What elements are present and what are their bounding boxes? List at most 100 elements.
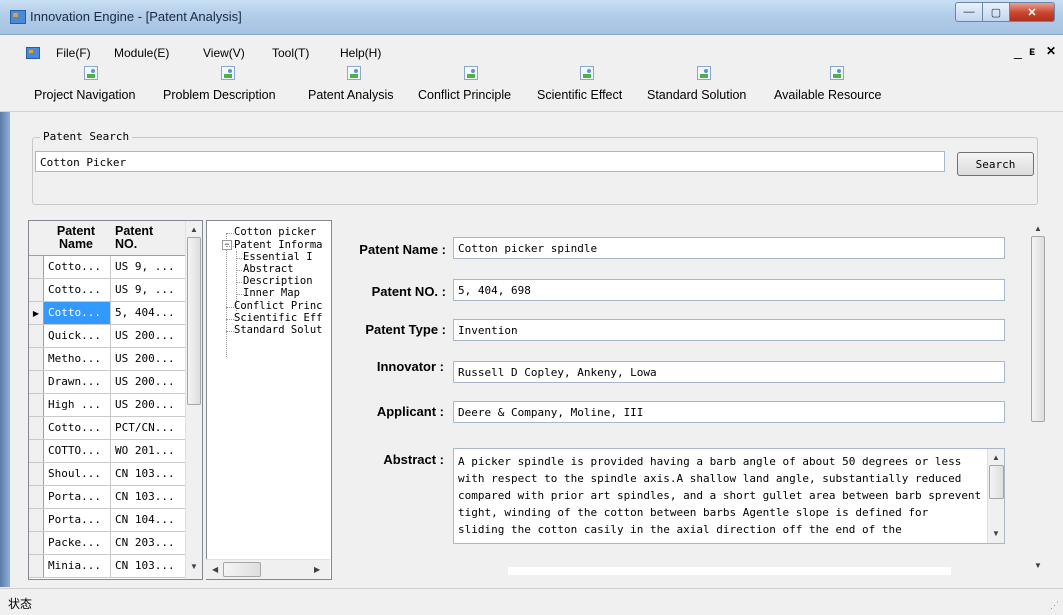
abstract-textarea[interactable]: A picker spindle is provided having a ba… <box>453 448 1005 544</box>
toolbar-patent-analysis[interactable]: Patent Analysis <box>308 63 406 109</box>
cell-patent-name[interactable]: Drawn... <box>44 371 111 393</box>
table-row[interactable]: Packe... CN 203... <box>29 532 185 555</box>
toolbar-scientific-effect[interactable]: Scientific Effect <box>537 63 639 109</box>
row-header[interactable] <box>29 394 44 416</box>
table-row[interactable]: Minia... CN 103... <box>29 555 185 578</box>
cell-patent-name[interactable]: Cotto... <box>44 279 111 301</box>
cell-patent-no[interactable]: CN 203... <box>112 532 185 554</box>
tree-node[interactable]: Inner Map <box>243 287 300 299</box>
scroll-up-icon[interactable]: ▲ <box>1034 224 1042 233</box>
search-button[interactable]: Search <box>957 152 1034 176</box>
cell-patent-name[interactable]: Metho... <box>44 348 111 370</box>
cell-patent-name[interactable]: Cotto... <box>44 302 111 324</box>
patent-name-field[interactable]: Cotton picker spindle <box>453 237 1005 259</box>
toolbar-problem-description[interactable]: Problem Description <box>163 63 298 109</box>
table-row[interactable]: Porta... CN 103... <box>29 486 185 509</box>
cell-patent-name[interactable]: Shoul... <box>44 463 111 485</box>
patent-type-field[interactable]: Invention <box>453 319 1005 341</box>
table-row[interactable]: Cotto... PCT/CN... <box>29 417 185 440</box>
row-header[interactable] <box>29 256 44 278</box>
row-header[interactable] <box>29 325 44 347</box>
row-header[interactable] <box>29 417 44 439</box>
menu-file[interactable]: File(F) <box>56 46 91 60</box>
menu-tool[interactable]: Tool(T) <box>272 46 309 60</box>
search-input[interactable]: Cotton Picker <box>35 151 945 172</box>
row-selected-indicator-icon[interactable]: ▶ <box>29 302 44 324</box>
tree-node[interactable]: Standard Solut <box>234 324 323 336</box>
table-row[interactable]: Shoul... CN 103... <box>29 463 185 486</box>
detail-vertical-scrollbar[interactable]: ▲ ▼ <box>1029 220 1046 578</box>
resize-grip-icon[interactable]: ⋰ <box>1050 600 1059 611</box>
scroll-down-icon[interactable]: ▼ <box>190 562 198 571</box>
toolbar-conflict-principle[interactable]: Conflict Principle <box>418 63 526 109</box>
column-header-patent-name[interactable]: Patent Name <box>51 225 101 251</box>
cell-patent-no[interactable]: CN 103... <box>112 463 185 485</box>
scroll-up-icon[interactable]: ▲ <box>992 453 1000 462</box>
scroll-thumb[interactable] <box>1031 236 1045 422</box>
scroll-thumb[interactable] <box>989 465 1004 499</box>
cell-patent-name[interactable]: Porta... <box>44 486 111 508</box>
scroll-thumb[interactable] <box>223 562 261 577</box>
cell-patent-no[interactable]: US 200... <box>112 371 185 393</box>
row-header[interactable] <box>29 463 44 485</box>
row-header[interactable] <box>29 371 44 393</box>
cell-patent-no[interactable]: 5, 404... <box>112 302 185 324</box>
tree-node[interactable]: Abstract <box>243 263 294 275</box>
cell-patent-no[interactable]: CN 103... <box>112 555 185 577</box>
scroll-up-icon[interactable]: ▲ <box>190 225 198 234</box>
menu-help[interactable]: Help(H) <box>340 46 381 60</box>
scroll-thumb[interactable] <box>187 237 201 405</box>
cell-patent-name[interactable]: Cotto... <box>44 256 111 278</box>
mdi-child-icon[interactable] <box>26 47 40 59</box>
cell-patent-no[interactable]: US 200... <box>112 394 185 416</box>
column-header-patent-no[interactable]: Patent NO. <box>115 225 165 251</box>
patent-no-field[interactable]: 5, 404, 698 <box>453 279 1005 301</box>
grid-vertical-scrollbar[interactable]: ▲ ▼ <box>185 221 202 579</box>
menu-view[interactable]: View(V) <box>203 46 245 60</box>
scroll-right-icon[interactable]: ▶ <box>314 565 320 574</box>
tree-node[interactable]: Description <box>243 275 313 287</box>
mdi-minimize-button[interactable]: _ <box>1014 43 1022 59</box>
tree-horizontal-scrollbar[interactable]: ◀ ▶ <box>206 559 330 579</box>
row-header[interactable] <box>29 486 44 508</box>
innovator-field[interactable]: Russell D Copley, Ankeny, Lowa <box>453 361 1005 383</box>
toolbar-project-navigation[interactable]: Project Navigation <box>34 63 152 109</box>
cell-patent-name[interactable]: Packe... <box>44 532 111 554</box>
row-header[interactable] <box>29 279 44 301</box>
cell-patent-no[interactable]: WO 201... <box>112 440 185 462</box>
menu-module[interactable]: Module(E) <box>114 46 169 60</box>
toolbar-standard-solution[interactable]: Standard Solution <box>647 63 765 109</box>
table-row[interactable]: Quick... US 200... <box>29 325 185 348</box>
scroll-down-icon[interactable]: ▼ <box>1034 561 1042 570</box>
cell-patent-no[interactable]: US 200... <box>112 348 185 370</box>
cell-patent-name[interactable]: Minia... <box>44 555 111 577</box>
cell-patent-no[interactable]: US 200... <box>112 325 185 347</box>
cell-patent-name[interactable]: COTTO... <box>44 440 111 462</box>
tree-node[interactable]: Cotton picker <box>234 226 316 238</box>
table-row[interactable]: Metho... US 200... <box>29 348 185 371</box>
tree-node[interactable]: Conflict Princ <box>234 300 323 312</box>
abstract-scrollbar[interactable]: ▲ ▼ <box>987 449 1004 543</box>
row-header[interactable] <box>29 555 44 577</box>
row-header[interactable] <box>29 509 44 531</box>
cell-patent-no[interactable]: PCT/CN... <box>112 417 185 439</box>
scroll-down-icon[interactable]: ▼ <box>992 529 1000 538</box>
table-row[interactable]: Drawn... US 200... <box>29 371 185 394</box>
cell-patent-name[interactable]: Quick... <box>44 325 111 347</box>
tree-node[interactable]: Patent Informa <box>234 239 323 251</box>
table-row[interactable]: Porta... CN 104... <box>29 509 185 532</box>
cell-patent-name[interactable]: Cotto... <box>44 417 111 439</box>
tree-node[interactable]: Essential I <box>243 251 313 263</box>
tree-node[interactable]: Scientific Eff <box>234 312 323 324</box>
row-header[interactable] <box>29 440 44 462</box>
maximize-button[interactable]: ▢ <box>983 2 1010 22</box>
cell-patent-no[interactable]: US 9, ... <box>112 279 185 301</box>
minimize-button[interactable]: — <box>955 2 983 22</box>
cell-patent-name[interactable]: Porta... <box>44 509 111 531</box>
table-row[interactable]: High ... US 200... <box>29 394 185 417</box>
cell-patent-no[interactable]: CN 104... <box>112 509 185 531</box>
title-bar[interactable]: Innovation Engine - [Patent Analysis] — … <box>0 0 1063 35</box>
mdi-close-button[interactable]: ✕ <box>1046 44 1056 58</box>
table-row[interactable]: Cotto... US 9, ... <box>29 279 185 302</box>
scroll-left-icon[interactable]: ◀ <box>212 565 218 574</box>
